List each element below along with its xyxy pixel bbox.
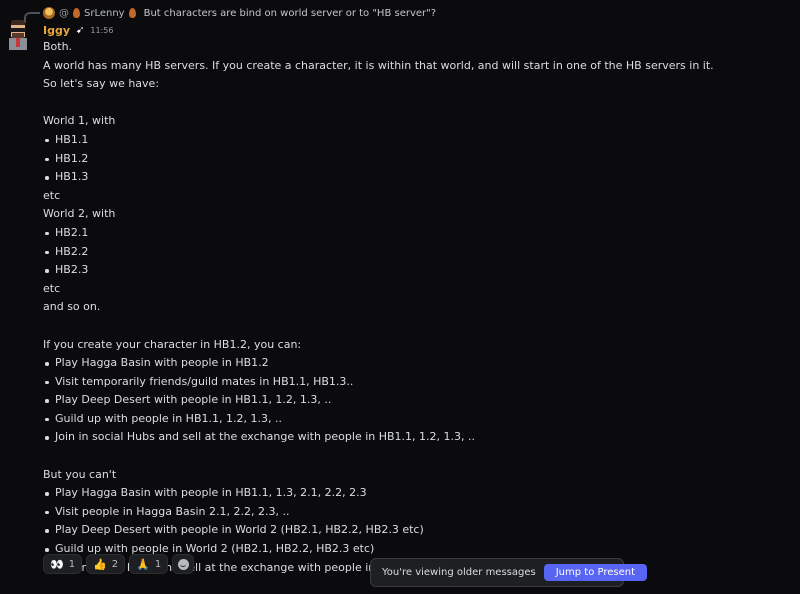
list-item: HB2.3 — [43, 261, 783, 280]
eyes-icon: 👀 — [50, 557, 64, 571]
list-item: HB1.2 — [43, 150, 783, 169]
reply-text[interactable]: But characters are bind on world server … — [144, 8, 436, 19]
jump-to-present-button[interactable]: Jump to Present — [543, 564, 648, 581]
reaction-count: 1 — [68, 558, 76, 570]
thumbs-up-icon: 👍 — [93, 557, 107, 571]
reaction-count: 1 — [154, 558, 162, 570]
chat-view: @ SrLenny But characters are bind on wor… — [0, 0, 800, 594]
older-messages-bar: You're viewing older messages Jump to Pr… — [370, 558, 648, 587]
reply-username[interactable]: SrLenny — [84, 8, 125, 19]
list-item: Play Hagga Basin with people in HB1.2 — [43, 354, 783, 373]
username[interactable]: Iggy — [43, 24, 70, 37]
reactions-bar: 👀 1 👍 2 🙏 1 — [43, 554, 195, 574]
sparkle-badge-icon: ➹ — [76, 24, 85, 36]
message-line: Both. — [43, 40, 73, 53]
list-item: Play Deep Desert with people in HB1.1, 1… — [43, 391, 783, 410]
list-item: Guild up with people in HB1.1, 1.2, 1.3,… — [43, 410, 783, 429]
list-item: HB2.1 — [43, 224, 783, 243]
reaction-button[interactable]: 👍 2 — [86, 554, 126, 574]
smiley-icon — [177, 558, 189, 570]
message-line: A world has many HB servers. If you crea… — [43, 58, 714, 72]
timestamp[interactable]: 11:56 — [90, 26, 113, 35]
reply-avatar[interactable] — [43, 7, 55, 19]
message-line: and so on. — [43, 300, 101, 314]
message-line: etc — [43, 188, 61, 202]
flame-icon — [128, 8, 136, 18]
list-item: HB1.3 — [43, 168, 783, 187]
reaction-button[interactable]: 🙏 1 — [129, 554, 169, 574]
list-item: Play Hagga Basin with people in HB1.1, 1… — [43, 484, 783, 503]
older-messages-text: You're viewing older messages — [382, 567, 536, 578]
message-line: etc — [43, 281, 61, 295]
list-item: Visit people in Hagga Basin 2.1, 2.2, 2.… — [43, 503, 783, 522]
folded-hands-icon: 🙏 — [136, 557, 150, 571]
list-item: Play Deep Desert with people in World 2 … — [43, 521, 783, 540]
message-header: Iggy ➹ 11:56 — [43, 23, 113, 37]
list-item: HB2.2 — [43, 243, 783, 262]
flame-icon — [73, 8, 80, 18]
reply-preview[interactable]: @ SrLenny But characters are bind on wor… — [43, 5, 436, 21]
reaction-count: 2 — [111, 558, 119, 570]
message-line: But you can't — [43, 467, 117, 481]
add-reaction-button[interactable] — [172, 554, 195, 574]
reaction-button[interactable]: 👀 1 — [43, 554, 83, 574]
list-item: Visit temporarily friends/guild mates in… — [43, 373, 783, 392]
list-item: HB1.1 — [43, 131, 783, 150]
list-item: Join in social Hubs and sell at the exch… — [43, 428, 783, 447]
reply-mention-at: @ — [59, 7, 69, 19]
avatar[interactable] — [5, 20, 31, 50]
message-line: If you create your character in HB1.2, y… — [43, 337, 302, 351]
message-line: World 1, with — [43, 114, 116, 128]
message-line: World 2, with — [43, 207, 116, 221]
message-line: So let's say we have: — [43, 77, 160, 91]
message-content: Both. A world has many HB servers. If you… — [43, 38, 783, 577]
